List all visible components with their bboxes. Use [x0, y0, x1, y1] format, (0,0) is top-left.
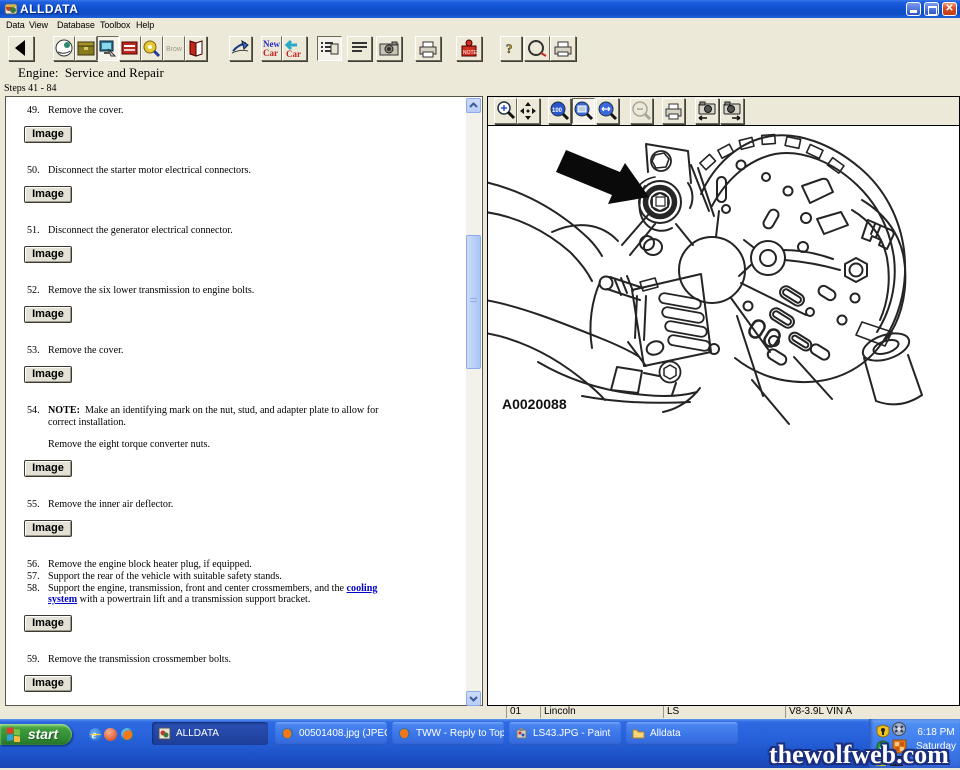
svg-text:?: ?: [506, 41, 513, 56]
svg-text:A0020088: A0020088: [502, 396, 567, 412]
svg-text:Car: Car: [263, 48, 278, 58]
svg-text:100: 100: [552, 108, 563, 114]
svg-text:NOTE: NOTE: [463, 50, 478, 56]
svg-text:Brow: Brow: [166, 46, 183, 53]
svg-text:Car: Car: [286, 49, 301, 59]
